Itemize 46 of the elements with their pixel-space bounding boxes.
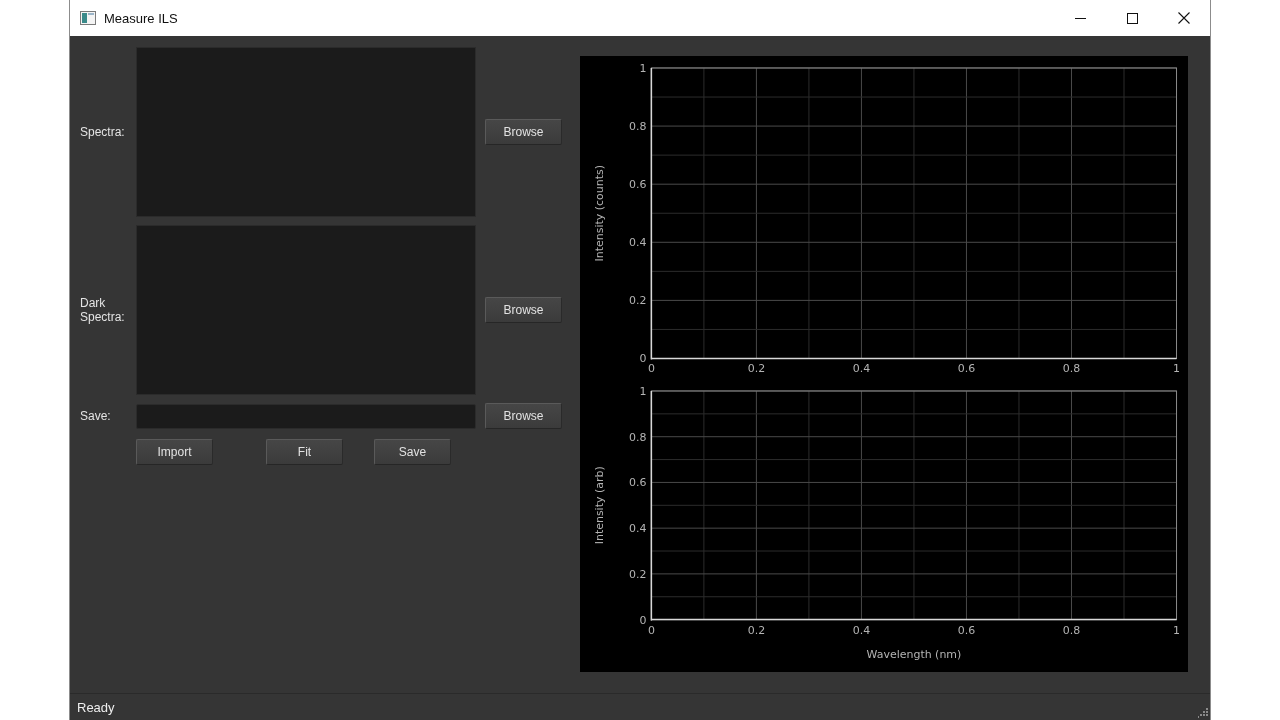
action-button[interactable]: Save: [374, 439, 451, 465]
browse-button[interactable]: Browse: [485, 119, 562, 145]
tick-label: 0.4: [628, 522, 647, 536]
tick-label: 0: [647, 362, 655, 376]
tick-label: 0.2: [747, 362, 766, 376]
file-list-field[interactable]: [136, 225, 476, 395]
action-button[interactable]: Fit: [266, 439, 343, 465]
tick-label: 0.8: [628, 431, 647, 445]
axis-title: Intensity (arb): [593, 466, 607, 545]
resize-grip-icon[interactable]: [1198, 708, 1208, 718]
axis-title: Wavelength (nm): [866, 648, 962, 661]
tick-label: 0: [639, 614, 647, 628]
field-label: Save:: [80, 409, 112, 423]
window-title: Measure ILS: [104, 10, 178, 26]
tick-label: 0.8: [1062, 624, 1081, 638]
file-list-field[interactable]: [136, 47, 476, 217]
tick-label: 0.4: [852, 624, 871, 638]
browse-button[interactable]: Browse: [485, 403, 562, 429]
close-icon: [1178, 12, 1190, 24]
tick-label: 1: [1173, 624, 1180, 638]
tick-label: 0.6: [957, 362, 976, 376]
axis-title: Intensity (counts): [593, 165, 607, 262]
tick-label: 0: [647, 624, 655, 638]
action-button[interactable]: Import: [136, 439, 213, 465]
tick-label: 0.6: [628, 476, 647, 490]
tick-label: 1: [1173, 362, 1180, 376]
tick-label: 0: [639, 352, 647, 366]
tick-label: 0.4: [628, 236, 647, 250]
tick-label: 0.2: [628, 294, 647, 308]
tick-label: 1: [639, 61, 647, 75]
status-text: Ready: [77, 699, 115, 715]
tick-label: 0.6: [628, 178, 647, 192]
tick-label: 1: [639, 385, 647, 399]
minimize-icon: [1074, 17, 1086, 19]
maximize-icon: [1126, 12, 1138, 24]
field-label: Spectra:: [80, 125, 126, 139]
app-icon: [80, 11, 96, 25]
tick-label: 0.4: [852, 362, 871, 376]
tick-label: 0.2: [747, 624, 766, 638]
tick-label: 0.6: [957, 624, 976, 638]
path-input-field[interactable]: [136, 404, 476, 429]
tick-label: 0.8: [1062, 362, 1081, 376]
tick-label: 0.8: [628, 120, 647, 134]
browse-button[interactable]: Browse: [485, 297, 562, 323]
field-label: Dark Spectra:: [80, 296, 126, 324]
tick-label: 0.2: [628, 568, 647, 582]
